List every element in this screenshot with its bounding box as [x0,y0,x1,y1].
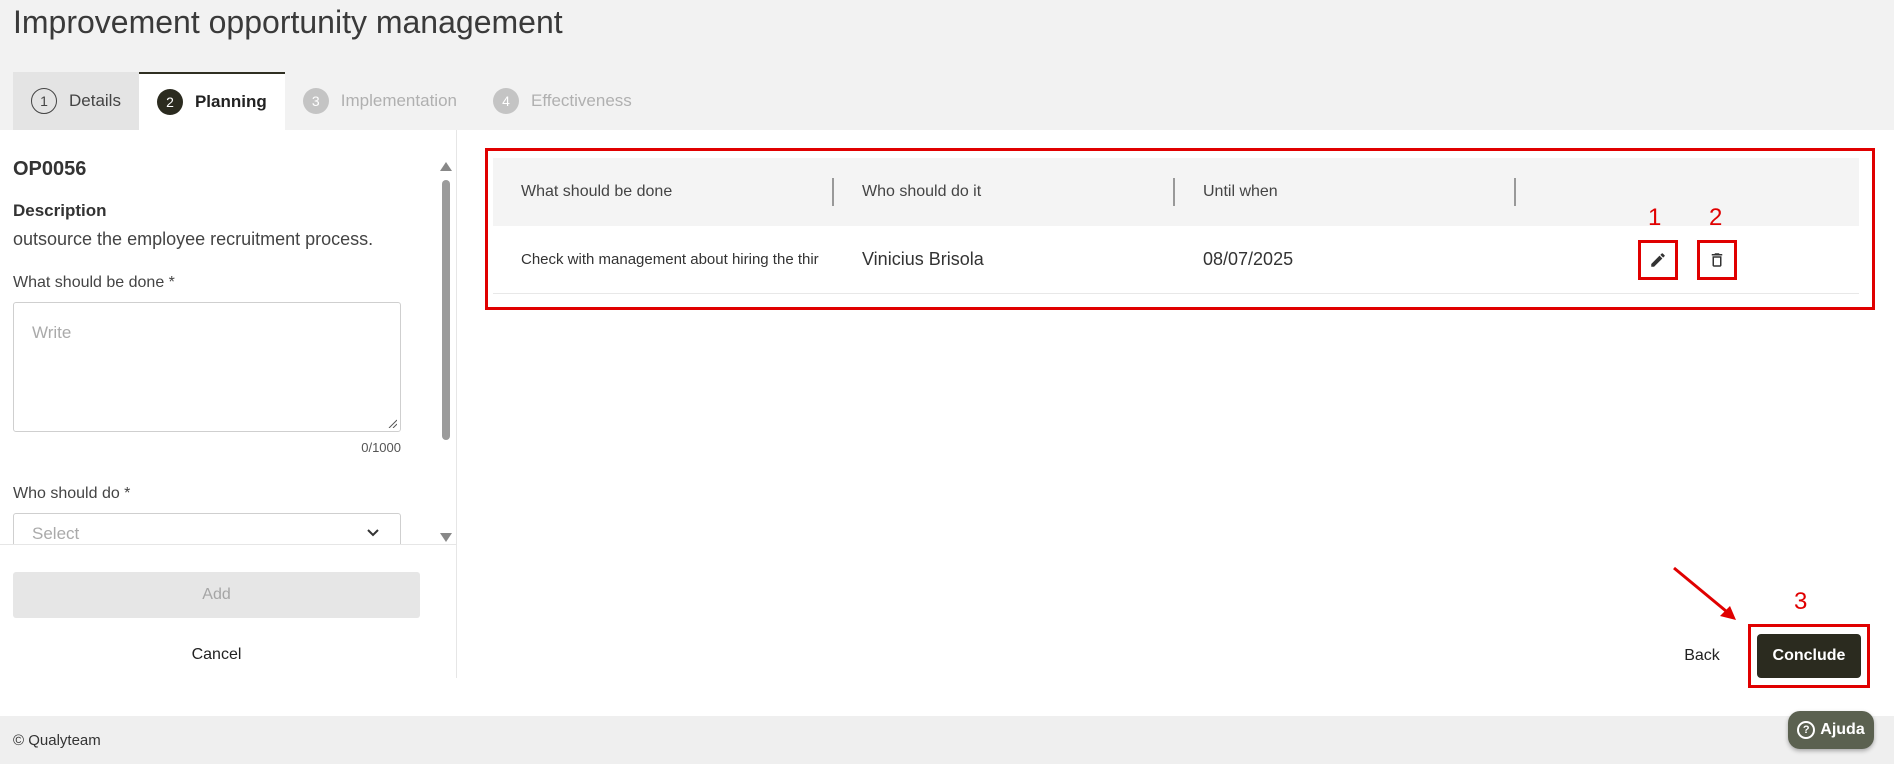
form-scrollbar[interactable] [440,162,452,542]
cell-what: Check with management about hiring the t… [521,251,819,268]
annotation-1: 1 [1648,204,1662,231]
what-field-label: What should be done * [13,274,175,291]
tab-effectiveness[interactable]: 4 Effectiveness [475,72,650,130]
tab-label: Details [69,91,121,110]
tab-planning[interactable]: 2 Planning [138,72,285,130]
conclude-button[interactable]: Conclude [1757,634,1861,678]
step-number: 2 [156,89,183,115]
step-number: 4 [492,88,519,114]
scrollbar-thumb[interactable] [442,180,450,440]
cell-who: Vinicius Brisola [862,249,984,269]
back-button[interactable]: Back [1672,636,1732,676]
opportunity-code: OP0056 [13,158,87,180]
scroll-up-arrow-icon[interactable] [440,162,452,171]
header: Improvement opportunity management 1 Det… [0,0,1894,130]
scroll-down-arrow-icon[interactable] [440,533,452,542]
divider [0,544,456,545]
column-header-actions [1516,158,1857,226]
pencil-icon [1651,253,1665,267]
annotation-3: 3 [1794,588,1808,615]
step-number: 3 [302,88,329,114]
tab-details[interactable]: 1 Details [13,72,139,130]
add-button[interactable]: Add [13,572,420,618]
who-should-do-select[interactable]: Select [13,513,401,544]
cell-until: 08/07/2025 [1203,249,1294,269]
column-header: What should be done [493,158,834,226]
column-header: Who should do it [834,158,1175,226]
what-placeholder: Write [32,323,72,342]
footer: © Qualyteam [0,716,1894,764]
annotation-arrow-icon [1673,566,1736,620]
cancel-button[interactable]: Cancel [13,632,420,678]
form-scroll-area: OP0056 Description outsource the employe… [13,158,433,544]
who-field-label: Who should do * [13,485,131,502]
character-counter: 0/1000 [361,440,401,455]
description-label: Description [13,201,107,220]
tab-label: Implementation [340,91,457,110]
page-title: Improvement opportunity management [13,4,563,40]
who-placeholder: Select [32,524,80,543]
resize-handle-icon[interactable] [387,418,397,428]
delete-button[interactable] [1697,240,1737,280]
planning-form-panel: OP0056 Description outsource the employe… [0,130,457,678]
edit-button[interactable] [1638,240,1678,280]
copyright-text: © Qualyteam [13,732,101,749]
help-button[interactable]: ? Ajuda [1788,711,1874,749]
tab-implementation[interactable]: 3 Implementation [285,72,475,130]
tab-label: Effectiveness [530,91,632,110]
annotation-2: 2 [1709,204,1723,231]
trash-icon [1711,253,1723,267]
stepper-tabs: 1 Details 2 Planning 3 Implementation 4 … [13,72,650,130]
description-text: outsource the employee recruitment proce… [13,229,374,249]
chevron-down-icon [367,529,379,537]
step-number: 1 [31,88,57,114]
tab-label: Planning [194,92,267,111]
help-label: Ajuda [1820,721,1865,738]
question-icon: ? [1797,721,1816,739]
column-header: Until when [1175,158,1516,226]
what-should-be-done-input[interactable]: Write [13,302,401,432]
